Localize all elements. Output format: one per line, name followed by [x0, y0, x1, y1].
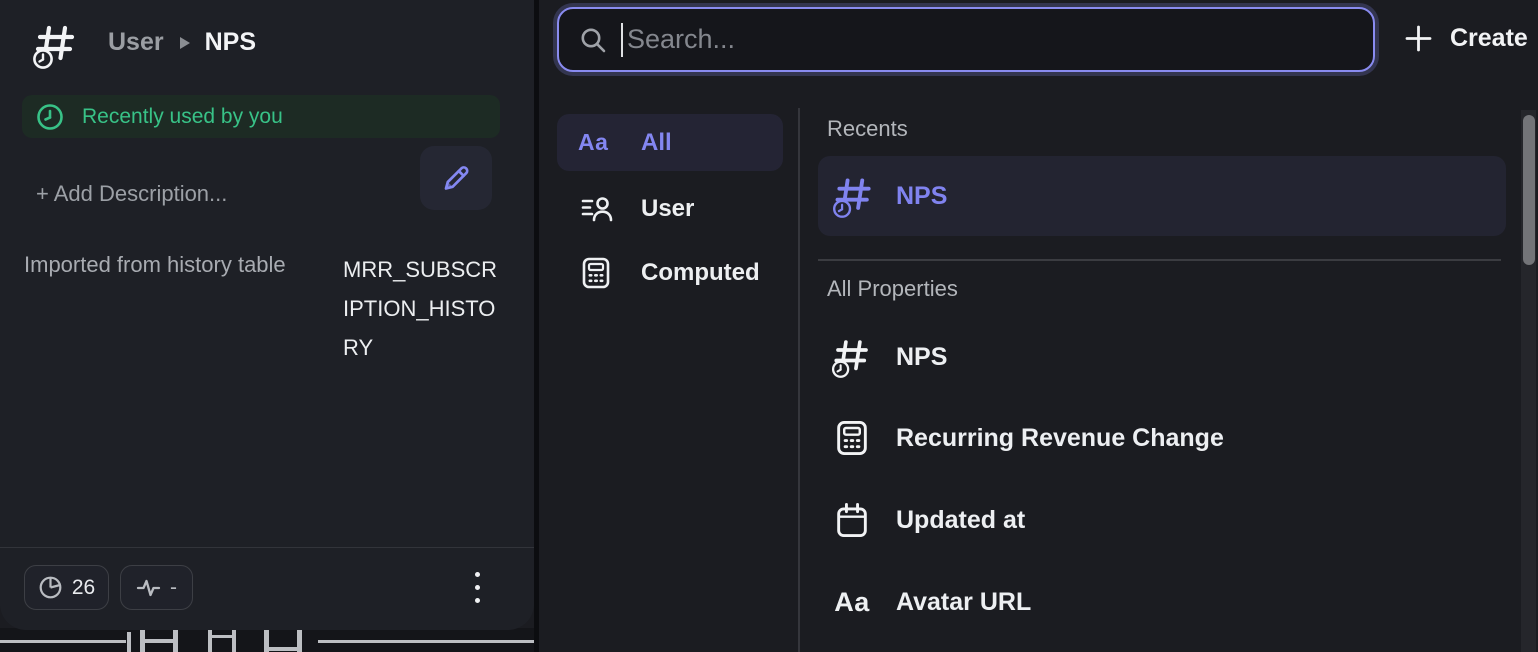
- breadcrumb-parent[interactable]: User: [108, 28, 164, 57]
- calculator-icon: [578, 255, 618, 291]
- text-type-icon: Aa: [578, 129, 618, 156]
- recents-section-title: Recents: [827, 116, 908, 142]
- trend-value: -: [170, 576, 177, 600]
- all-properties-section-title: All Properties: [827, 276, 958, 302]
- property-search-modal: Create Aa All User: [539, 0, 1538, 652]
- text-cursor: [621, 23, 623, 57]
- background-shape: [297, 630, 302, 652]
- property-item-updated-at[interactable]: Updated at: [818, 498, 1506, 542]
- property-item-avatar-url[interactable]: Aa Avatar URL: [818, 580, 1506, 624]
- background-shape: [173, 630, 178, 652]
- clock-icon: [36, 103, 64, 131]
- kebab-dot: [475, 585, 480, 590]
- background-shape: [269, 647, 297, 651]
- imported-from-label: Imported from history table: [24, 252, 286, 278]
- filter-computed-label: Computed: [641, 259, 760, 287]
- imported-table-value: MRR_SUBSCRIPTION_HISTORY: [343, 250, 503, 367]
- results-divider: [818, 259, 1501, 261]
- text-type-icon: Aa: [830, 587, 874, 618]
- chart-count-button[interactable]: 26: [24, 565, 109, 610]
- filter-all-label: All: [641, 129, 672, 157]
- footer-divider: [0, 547, 534, 548]
- pie-chart-icon: [38, 575, 63, 600]
- calendar-icon: [830, 500, 874, 540]
- calculator-icon: [830, 418, 874, 458]
- filter-tab-computed[interactable]: Computed: [557, 244, 783, 301]
- filter-tab-user[interactable]: User: [557, 180, 783, 237]
- property-detail-panel: User NPS Recently used by you + Add Desc…: [0, 0, 534, 630]
- scrollbar-thumb[interactable]: [1523, 115, 1535, 265]
- property-item-nps[interactable]: NPS: [818, 335, 1506, 379]
- property-item-label: NPS: [896, 343, 947, 372]
- create-button-label: Create: [1450, 24, 1528, 53]
- property-item-label: Updated at: [896, 506, 1025, 535]
- search-box[interactable]: [557, 7, 1375, 72]
- recent-item-label: NPS: [896, 182, 947, 211]
- breadcrumb: User NPS: [108, 28, 256, 57]
- property-item-label: Recurring Revenue Change: [896, 424, 1224, 453]
- property-item-label: Avatar URL: [896, 588, 1031, 617]
- search-icon: [579, 26, 607, 54]
- search-input[interactable]: [627, 24, 1353, 55]
- kebab-dot: [475, 598, 480, 603]
- kebab-dot: [475, 572, 480, 577]
- background-shape: [145, 639, 173, 643]
- background-line: [318, 640, 540, 643]
- trend-button[interactable]: -: [120, 565, 193, 610]
- filter-tab-all[interactable]: Aa All: [557, 114, 783, 171]
- chevron-right-icon: [178, 35, 191, 51]
- sidebar-divider: [798, 108, 800, 652]
- filter-user-label: User: [641, 195, 694, 223]
- numeric-history-property-icon: [32, 20, 80, 70]
- recent-item-nps[interactable]: NPS: [818, 156, 1506, 236]
- more-options-button[interactable]: [470, 572, 484, 603]
- chart-count-value: 26: [72, 576, 95, 600]
- create-button[interactable]: Create: [1404, 24, 1538, 53]
- recently-used-label: Recently used by you: [82, 105, 283, 129]
- background-line: [127, 632, 131, 652]
- edit-button[interactable]: [420, 146, 492, 210]
- background-shape: [232, 630, 236, 652]
- numeric-history-property-icon: [830, 335, 874, 379]
- background-shape: [212, 635, 232, 638]
- breadcrumb-current: NPS: [205, 28, 256, 57]
- background-line: [0, 640, 126, 643]
- pencil-icon: [439, 161, 473, 195]
- property-item-recurring-revenue-change[interactable]: Recurring Revenue Change: [818, 416, 1506, 460]
- scrollbar-track[interactable]: [1521, 110, 1536, 652]
- add-description-button[interactable]: + Add Description...: [36, 181, 227, 207]
- recently-used-badge: Recently used by you: [22, 95, 500, 138]
- background-shape: [208, 630, 212, 652]
- plus-icon: [1404, 24, 1433, 53]
- pulse-icon: [136, 575, 161, 600]
- user-list-icon: [578, 190, 618, 227]
- property-type-icon-wrap: [32, 20, 80, 70]
- numeric-history-property-icon: [832, 173, 876, 219]
- background-table-strip: [0, 628, 540, 652]
